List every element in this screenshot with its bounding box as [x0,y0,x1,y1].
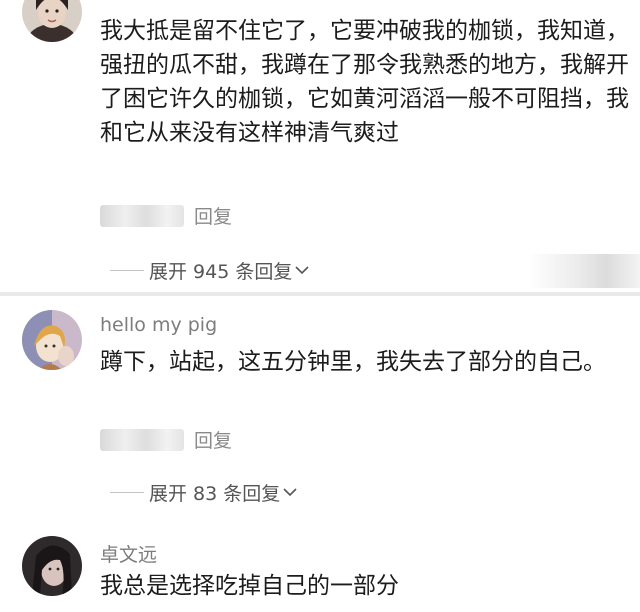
reply-button[interactable]: 回复 [194,426,232,453]
comment-text: 我总是选择吃掉自己的一部分 [100,573,399,599]
expand-divider-line [110,491,144,493]
avatar-image [22,536,82,596]
comment-username[interactable]: hello my pig [100,314,217,336]
expand-replies-button[interactable]: 展开 83 条回复 [110,479,297,505]
avatar[interactable] [22,536,82,596]
expand-replies-label: 展开 83 条回复 [149,482,281,505]
avatar-image [22,0,82,42]
expand-replies-button[interactable]: 展开 945 条回复 [110,257,309,283]
comment-panel-1: 我大抵是留不住它了，它要冲破我的枷锁，我知道，强扭的瓜不甜，我蹲在了那令我熟悉的… [0,0,640,292]
comment-panel-2: hello my pig 蹲下，站起，这五分钟里，我失去了部分的自己。 回复 展… [0,296,640,612]
chevron-down-icon [283,488,297,497]
avatar[interactable] [22,310,82,370]
expand-divider-line [110,269,144,271]
blurred-corner [528,254,640,288]
blurred-date [100,205,184,227]
comment-text: 我大抵是留不住它了，它要冲破我的枷锁，我知道，强扭的瓜不甜，我蹲在了那令我熟悉的… [100,18,629,146]
chevron-down-icon [295,266,309,275]
reply-button[interactable]: 回复 [194,202,232,229]
comment-text: 蹲下，站起，这五分钟里，我失去了部分的自己。 [100,349,606,375]
comment-username[interactable]: 卓文远 [100,540,157,567]
avatar-image [22,310,82,370]
avatar[interactable] [22,0,82,42]
blurred-date [100,429,184,451]
expand-replies-label: 展开 945 条回复 [149,260,293,283]
